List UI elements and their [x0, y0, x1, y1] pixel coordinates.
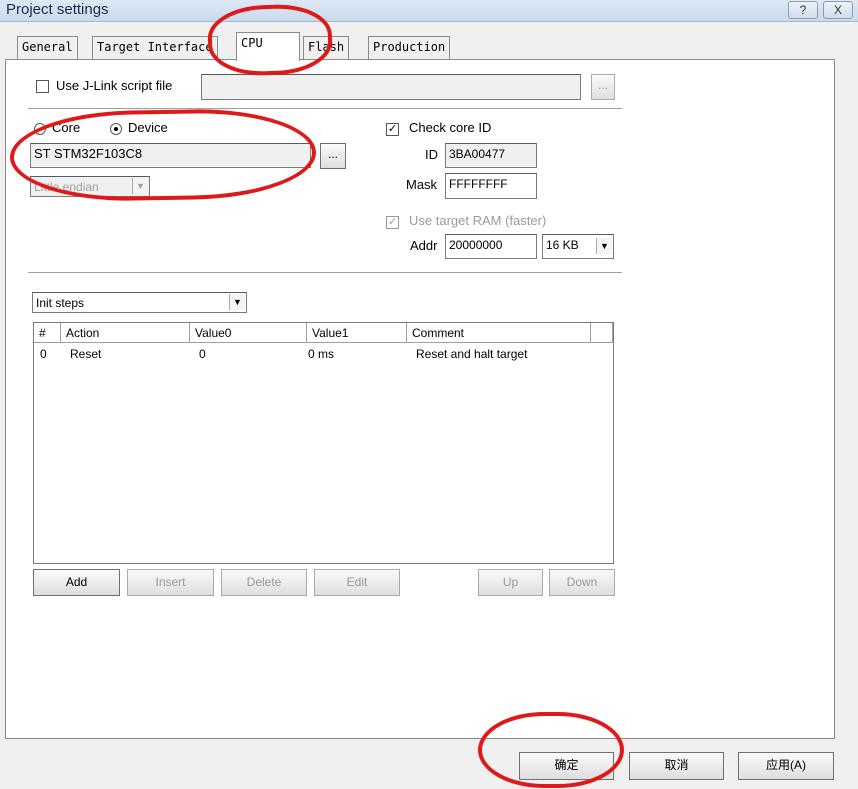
close-button[interactable]: X [823, 1, 853, 19]
use-script-checkbox[interactable] [36, 80, 49, 93]
row-num: 0 [40, 347, 47, 361]
check-core-id-label: Check core ID [409, 120, 492, 135]
init-steps-select[interactable]: Init steps ▼ [32, 292, 247, 313]
device-radio[interactable] [110, 123, 122, 135]
column-header-value0[interactable]: Value0 [190, 323, 307, 343]
addr-label: Addr [410, 238, 438, 253]
ram-size-value: 16 KB [546, 238, 579, 252]
add-button[interactable]: Add [33, 569, 120, 596]
separator [28, 272, 622, 274]
column-header-filler [591, 323, 613, 343]
cancel-button[interactable]: 取消 [629, 752, 724, 780]
table-row[interactable]: 0 Reset 0 0 ms Reset and halt target [34, 345, 613, 365]
up-button[interactable]: Up [478, 569, 543, 596]
use-script-label: Use J-Link script file [56, 78, 173, 93]
device-field[interactable]: ST STM32F103C8 [30, 143, 311, 168]
tab-production[interactable]: Production [368, 36, 451, 60]
column-header-action[interactable]: Action [61, 323, 190, 343]
ram-addr-field[interactable]: 20000000 [445, 234, 537, 259]
tab-cpu[interactable]: CPU [236, 32, 300, 61]
script-browse-button[interactable]: ... [591, 74, 615, 100]
tab-general[interactable]: General [17, 36, 78, 60]
mask-label: Mask [406, 177, 438, 192]
checkmark-icon: ✓ [387, 216, 398, 228]
apply-button[interactable]: 应用(A) [738, 752, 834, 780]
help-button[interactable]: ? [788, 1, 818, 19]
script-path-field[interactable] [201, 74, 581, 100]
help-icon: ? [799, 3, 807, 17]
column-header-comment[interactable]: Comment [407, 323, 591, 343]
core-radio[interactable] [34, 123, 46, 135]
endian-select[interactable]: Little endian ▼ [30, 176, 150, 197]
column-header-value1[interactable]: Value1 [307, 323, 407, 343]
endian-value: Little endian [34, 180, 99, 194]
chevron-down-icon: ▼ [596, 238, 612, 254]
core-id-field[interactable]: 3BA00477 [445, 143, 537, 168]
row-value0: 0 [199, 347, 206, 361]
init-steps-value: Init steps [36, 296, 85, 310]
chevron-down-icon: ▼ [229, 294, 245, 310]
checkmark-icon: ✓ [387, 123, 398, 135]
ok-button[interactable]: 确定 [519, 752, 614, 780]
column-header-num[interactable]: # [34, 323, 61, 343]
edit-button[interactable]: Edit [314, 569, 400, 596]
row-value1: 0 ms [308, 347, 335, 361]
device-label: Device [128, 120, 168, 135]
separator [28, 108, 622, 110]
tab-target-interface[interactable]: Target Interface [92, 36, 218, 60]
close-icon: X [833, 3, 842, 17]
ram-size-select[interactable]: 16 KB ▼ [542, 234, 614, 259]
use-target-ram-label: Use target RAM (faster) [409, 213, 547, 228]
core-label: Core [52, 120, 81, 135]
insert-button[interactable]: Insert [127, 569, 214, 596]
window-title: Project settings [6, 1, 109, 18]
title-bar [0, 0, 858, 22]
row-action: Reset [70, 347, 102, 361]
device-browse-button[interactable]: ... [320, 143, 346, 169]
use-target-ram-checkbox[interactable]: ✓ [386, 216, 399, 229]
tab-flash[interactable]: Flash [303, 36, 350, 60]
mask-field[interactable]: FFFFFFFF [445, 173, 537, 199]
id-label: ID [425, 147, 438, 162]
row-comment: Reset and halt target [416, 347, 528, 361]
init-steps-list[interactable]: # Action Value0 Value1 Comment 0 Reset 0… [33, 322, 614, 564]
down-button[interactable]: Down [549, 569, 615, 596]
chevron-down-icon: ▼ [132, 178, 148, 194]
delete-button[interactable]: Delete [221, 569, 307, 596]
check-core-id-checkbox[interactable]: ✓ [386, 123, 399, 136]
